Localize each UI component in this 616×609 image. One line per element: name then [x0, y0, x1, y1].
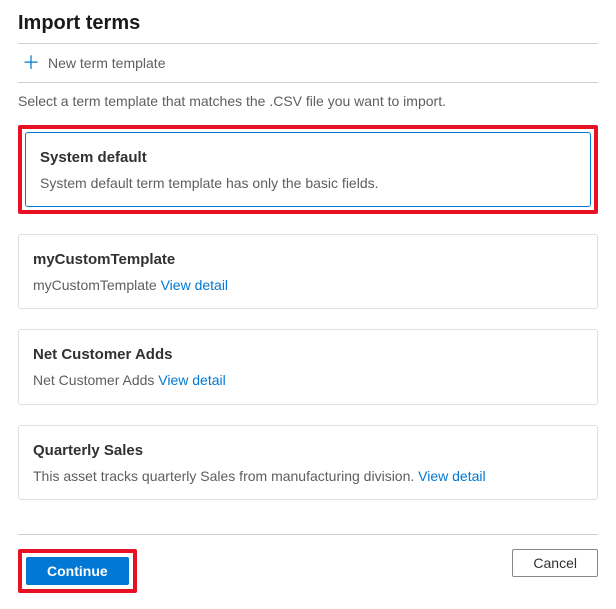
view-detail-link[interactable]: View detail: [158, 372, 225, 388]
template-card-description: Net Customer Adds View detail: [33, 371, 583, 389]
template-card-title: System default: [40, 149, 576, 166]
new-term-template-label: New term template: [48, 55, 165, 71]
cancel-button[interactable]: Cancel: [512, 549, 598, 577]
template-card-description-text: Net Customer Adds: [33, 372, 154, 388]
view-detail-link[interactable]: View detail: [161, 277, 228, 293]
template-card-title: Net Customer Adds: [33, 346, 583, 363]
continue-highlight: Continue: [18, 549, 137, 593]
template-card-title: Quarterly Sales: [33, 442, 583, 459]
template-card[interactable]: Quarterly Sales This asset tracks quarter…: [18, 425, 598, 500]
footer-divider: [18, 534, 598, 535]
template-card-title: myCustomTemplate: [33, 251, 583, 268]
template-card[interactable]: System default System default term templa…: [25, 132, 591, 207]
view-detail-link[interactable]: View detail: [418, 468, 485, 484]
template-card[interactable]: Net Customer AddsNet Customer Adds View …: [18, 329, 598, 404]
instructions-text: Select a term template that matches the …: [18, 83, 598, 125]
template-card-description-text: System default term template has only th…: [40, 175, 379, 191]
template-card[interactable]: myCustomTemplatemyCustomTemplate View de…: [18, 234, 598, 309]
template-card-description: System default term template has only th…: [40, 174, 576, 192]
plus-icon: ＋: [22, 54, 40, 72]
selection-highlight: System default System default term templa…: [18, 125, 598, 214]
template-card-description-text: myCustomTemplate: [33, 277, 157, 293]
template-card-description-text: This asset tracks quarterly Sales from m…: [33, 468, 414, 484]
new-term-template-button[interactable]: ＋ New term template: [18, 44, 598, 82]
template-card-description: myCustomTemplate View detail: [33, 276, 583, 294]
page-title: Import terms: [18, 12, 598, 43]
continue-button[interactable]: Continue: [26, 557, 129, 585]
template-card-description: This asset tracks quarterly Sales from m…: [33, 467, 583, 485]
